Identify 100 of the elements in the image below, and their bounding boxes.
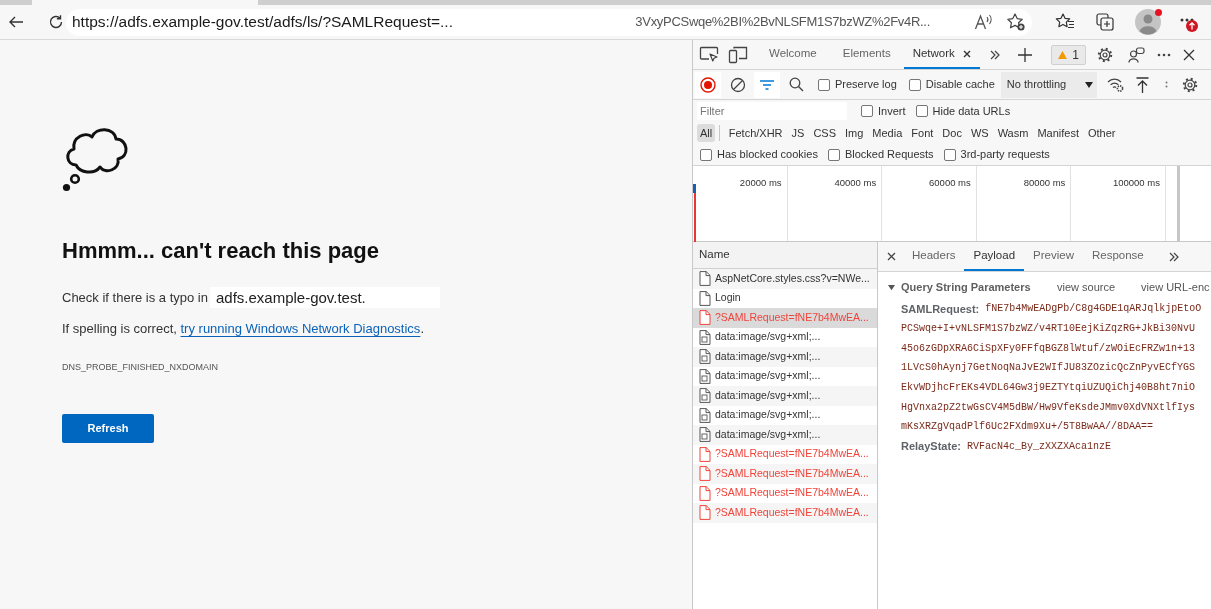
settings-icon[interactable]: [1181, 76, 1198, 93]
wifi-settings-icon[interactable]: [1106, 77, 1124, 92]
param-value: fNE7b4MwEADgPb/C8g4GDE1qARJqlkjpEtoO: [985, 302, 1202, 317]
request-row[interactable]: AspNetCore.styles.css?v=NWe...: [693, 269, 877, 289]
checkbox[interactable]: [908, 78, 921, 91]
inspect-icon[interactable]: [699, 45, 719, 64]
view-source-link[interactable]: view source: [1057, 278, 1116, 296]
type-filter[interactable]: Font: [906, 124, 938, 142]
devtools-tab[interactable]: Elements: [829, 40, 904, 69]
type-filter[interactable]: Media: [867, 124, 907, 142]
request-name: data:image/svg+xml;...: [715, 407, 821, 423]
view-url-encoded-link[interactable]: view URL-enc: [1141, 278, 1210, 296]
checkbox[interactable]: [827, 148, 840, 161]
throttling-select[interactable]: No throttling: [1000, 71, 1097, 98]
type-filter[interactable]: All: [697, 124, 716, 142]
type-filter[interactable]: Doc: [937, 124, 967, 142]
request-row[interactable]: data:image/svg+xml;...: [693, 386, 877, 406]
address-bar[interactable]: https://adfs.example-gov.test/adfs/ls/?SAMLRequest=... 3VxyPCSwqe%2BI%2BvNLSFM1S7bzWZ%2Fv4R...: [66, 8, 1032, 36]
request-name: AspNetCore.styles.css?v=NWe...: [715, 270, 870, 286]
param-value: 45o6zGDpXRA6CiSpXFy0FFfqBGZ8lWtuf/zWOiEcFRZw1n+13: [901, 341, 1196, 356]
type-filter[interactable]: Fetch/XHR: [724, 124, 788, 142]
column-header[interactable]: Name: [693, 242, 877, 269]
checkbox[interactable]: [943, 148, 956, 161]
close-icon[interactable]: [962, 49, 971, 58]
type-filter[interactable]: Img: [840, 124, 868, 142]
request-row[interactable]: ?SAMLRequest=fNE7b4MwEA...: [693, 464, 877, 484]
param-value: PCSwqe+I+vNLSFM1S7bzWZ/v4RT10EejKiZqzRG+JkBi30NvU: [901, 322, 1196, 337]
record-button[interactable]: [695, 71, 721, 98]
settings-icon[interactable]: [1097, 46, 1113, 63]
checkbox-label[interactable]: Disable cache: [925, 76, 995, 93]
checkbox[interactable]: [915, 105, 928, 117]
request-name: ?SAMLRequest=fNE7b4MwEA...: [715, 465, 869, 481]
param-value: EkvWDjhcFrEKs4VDL64Gw3j9EZTYtqiUZUQiChj40B8ht7niO: [901, 381, 1196, 396]
record-icon[interactable]: [700, 76, 716, 93]
request-name: data:image/svg+xml;...: [715, 387, 821, 403]
chevron-double-icon[interactable]: [989, 49, 1000, 60]
refresh-button[interactable]: Refresh: [62, 414, 154, 443]
checkbox[interactable]: [700, 148, 712, 161]
type-filter[interactable]: Wasm: [993, 124, 1033, 142]
avatar-icon[interactable]: [1135, 9, 1161, 35]
filter-button[interactable]: [754, 71, 780, 98]
request-row[interactable]: data:image/svg+xml;...: [693, 347, 877, 367]
timeline-tick-label: 20000 ms: [739, 177, 782, 188]
url-text: 3VxyPCSwqe%2BI%2BvNLSFM1S7bzWZ%2Fv4R...: [635, 13, 930, 32]
collections-icon[interactable]: [1095, 12, 1115, 32]
timeline-tick-label: 60000 ms: [929, 177, 971, 188]
devtools-tab[interactable]: Welcome: [756, 40, 830, 69]
upload-icon[interactable]: [1135, 76, 1149, 93]
details-tab[interactable]: Response: [1082, 242, 1153, 271]
checkbox-label[interactable]: Has blocked cookies: [717, 146, 818, 163]
close-icon[interactable]: [1183, 48, 1195, 61]
back-icon[interactable]: [8, 14, 24, 30]
filter-input[interactable]: Filter: [697, 102, 847, 120]
checkbox-label[interactable]: Invert: [878, 102, 906, 120]
type-filter[interactable]: Manifest: [1032, 124, 1084, 142]
triangle-down-icon[interactable]: [888, 283, 895, 291]
type-filter[interactable]: CSS: [808, 124, 841, 142]
plus-icon[interactable]: [1017, 47, 1032, 62]
type-filter[interactable]: Other: [1083, 124, 1120, 142]
details-tab[interactable]: Preview: [1024, 242, 1083, 271]
request-name: ?SAMLRequest=fNE7b4MwEA...: [715, 485, 869, 501]
filter-icon[interactable]: [760, 79, 774, 90]
dots-icon[interactable]: [1164, 81, 1168, 88]
param-value: RVFacN4c_By_zXXZXAca1nzE: [966, 440, 1111, 455]
checkbox-label[interactable]: Hide data URLs: [932, 102, 1011, 120]
clear-icon[interactable]: [730, 76, 746, 93]
load-marker: [694, 193, 696, 242]
request-name: data:image/svg+xml;...: [715, 348, 821, 364]
add-favorite-icon[interactable]: [1006, 12, 1026, 32]
more-icon[interactable]: [1157, 52, 1171, 57]
request-name: data:image/svg+xml;...: [715, 329, 821, 345]
read-aloud-icon[interactable]: [974, 13, 994, 31]
checkbox-label[interactable]: Blocked Requests: [844, 146, 934, 163]
dom-content-marker: [693, 184, 696, 193]
details-tab[interactable]: Payload: [964, 242, 1025, 271]
notification-dot-icon: [1155, 9, 1162, 16]
search-icon[interactable]: [789, 77, 804, 92]
type-filter[interactable]: WS: [966, 124, 994, 142]
details-tab[interactable]: Headers: [903, 242, 965, 271]
checkbox-label[interactable]: 3rd-party requests: [960, 146, 1050, 163]
overview-handle[interactable]: [1177, 166, 1180, 241]
people-icon[interactable]: [1128, 46, 1145, 63]
checkbox[interactable]: [861, 105, 873, 117]
url-text: https://adfs.example-gov.test/adfs/ls/?SAMLRequest=...: [72, 12, 453, 33]
request-row[interactable]: data:image/svg+xml;...: [693, 425, 877, 445]
warnings-button[interactable]: 1: [1051, 44, 1086, 65]
checkbox[interactable]: [818, 78, 830, 91]
timeline-tick-label: 100000 ms: [1112, 177, 1160, 188]
param-key: SAMLRequest:: [901, 300, 980, 318]
caret-icon: [1084, 81, 1093, 88]
request-name: data:image/svg+xml;...: [715, 368, 821, 384]
request-name: Login: [715, 290, 741, 306]
type-filter[interactable]: JS: [787, 124, 809, 142]
device-toolbar-icon[interactable]: [728, 45, 748, 64]
checkbox-label[interactable]: Preserve log: [835, 76, 897, 93]
close-icon[interactable]: [887, 252, 896, 261]
request-row[interactable]: ?SAMLRequest=fNE7b4MwEA...: [693, 503, 877, 523]
reload-icon[interactable]: [48, 14, 64, 30]
chevron-double-icon[interactable]: [1168, 251, 1179, 262]
error-code: DNS_PROBE_FINISHED_NXDOMAIN: [62, 361, 219, 373]
